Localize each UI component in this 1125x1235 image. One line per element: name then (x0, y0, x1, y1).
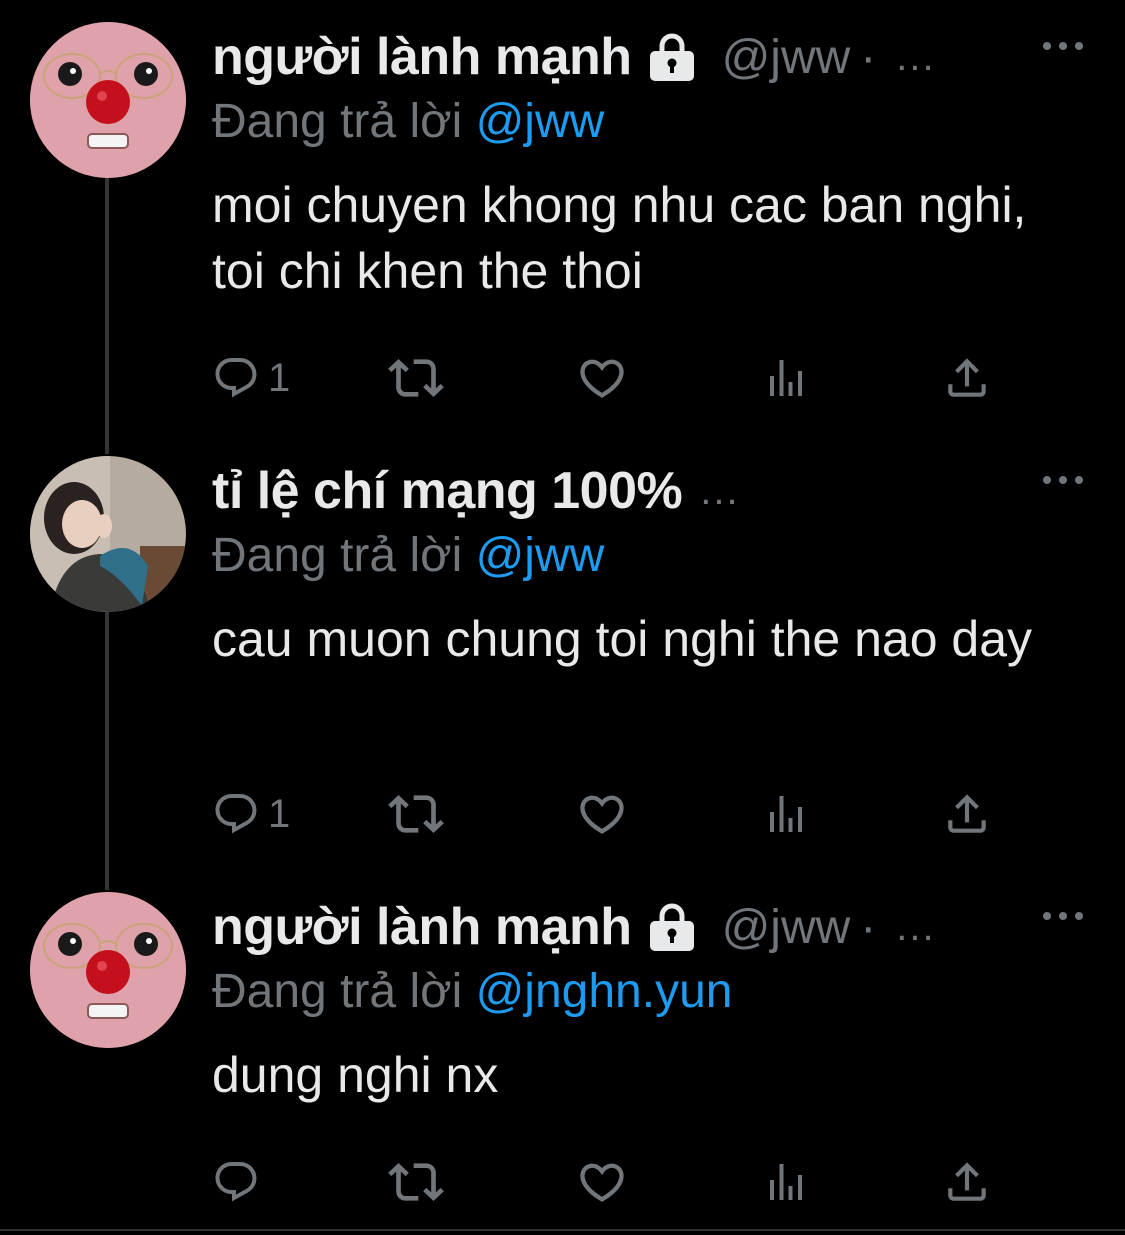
replying-to: Đang trả lời @jnghn.yun (212, 964, 732, 1019)
lock-icon (644, 29, 700, 85)
views-button[interactable] (762, 350, 810, 406)
replying-prefix: Đang trả lời (212, 529, 476, 582)
share-icon (948, 358, 986, 397)
truncation-ellipsis: ... (896, 904, 936, 949)
tweet-text: cau muon chung toi nghi the nao day (212, 611, 1033, 667)
separator-dot: · (860, 30, 877, 84)
reply-icon (215, 794, 257, 834)
reply-count: 1 (268, 791, 291, 836)
reply-count: 1 (268, 355, 291, 400)
retweet-icon (388, 1163, 444, 1201)
share-button[interactable] (942, 786, 992, 842)
lock-icon (644, 899, 700, 955)
replying-to: Đang trả lời @jww (212, 94, 604, 149)
tweet-text: dung nghi nx (212, 1047, 499, 1103)
more-icon[interactable] (1043, 460, 1083, 500)
like-icon (580, 359, 624, 398)
pink-clown-avatar-image (30, 892, 186, 1048)
tweet-header: tỉ lệ chí mạng 100% ... (212, 456, 740, 526)
mention-link[interactable]: @jnghn.yun (476, 965, 733, 1018)
like-button[interactable] (576, 350, 628, 406)
replying-prefix: Đang trả lời (212, 95, 476, 148)
bottom-divider (0, 1229, 1125, 1231)
views-icon (770, 1164, 802, 1200)
mention-link[interactable]: @jww (476, 529, 605, 582)
tweet-header: người lành mạnh @jww · ... (212, 22, 936, 92)
display-name[interactable]: người lành mạnh (212, 897, 632, 957)
tweet-header: người lành mạnh @jww · ... (212, 892, 936, 962)
replying-prefix: Đang trả lời (212, 965, 476, 1018)
avatar[interactable] (30, 892, 186, 1048)
reply-thread: người lành mạnh @jww · ... Đang trả lời … (0, 0, 1125, 1235)
retweet-button[interactable] (388, 786, 444, 842)
tweet[interactable]: người lành mạnh @jww · ... Đang trả lời … (0, 892, 1125, 1222)
share-icon (948, 1162, 986, 1201)
retweet-icon (388, 359, 444, 397)
display-name[interactable]: tỉ lệ chí mạng 100% (212, 461, 683, 521)
truncation-ellipsis: ... (700, 468, 740, 513)
retweet-icon (388, 795, 444, 833)
reply-button[interactable]: 1 (212, 786, 290, 842)
like-button[interactable] (576, 1154, 628, 1210)
handle[interactable]: @jww (722, 900, 851, 955)
avatar[interactable] (30, 22, 186, 178)
tweet-actions (212, 1154, 1012, 1210)
retweet-button[interactable] (388, 1154, 444, 1210)
tweet[interactable]: người lành mạnh @jww · ... Đang trả lời … (0, 22, 1125, 422)
tweet-actions: 1 (212, 786, 1012, 842)
person-photo-avatar-image (30, 456, 186, 612)
reply-icon (215, 1162, 257, 1202)
share-icon (948, 794, 986, 833)
share-button[interactable] (942, 350, 992, 406)
like-icon (580, 1163, 624, 1202)
views-button[interactable] (762, 1154, 810, 1210)
reply-button[interactable] (212, 1154, 268, 1210)
tweet-actions: 1 (212, 350, 1012, 406)
tweet-text: moi chuyen khong nhu cac ban nghi, toi c… (212, 177, 1027, 299)
replying-to: Đang trả lời @jww (212, 528, 604, 583)
pink-clown-avatar-image (30, 22, 186, 178)
handle[interactable]: @jww (722, 30, 851, 85)
separator-dot: · (860, 900, 877, 954)
mention-link[interactable]: @jww (476, 95, 605, 148)
reply-icon (215, 358, 257, 398)
views-icon (770, 796, 802, 832)
like-button[interactable] (576, 786, 628, 842)
views-icon (770, 360, 802, 396)
share-button[interactable] (942, 1154, 992, 1210)
retweet-button[interactable] (388, 350, 444, 406)
like-icon (580, 795, 624, 834)
display-name[interactable]: người lành mạnh (212, 27, 632, 87)
truncation-ellipsis: ... (896, 34, 936, 79)
tweet[interactable]: tỉ lệ chí mạng 100% ... Đang trả lời @jw… (0, 456, 1125, 856)
views-button[interactable] (762, 786, 810, 842)
reply-button[interactable]: 1 (212, 350, 290, 406)
more-icon[interactable] (1043, 896, 1083, 936)
avatar[interactable] (30, 456, 186, 612)
more-icon[interactable] (1043, 26, 1083, 66)
